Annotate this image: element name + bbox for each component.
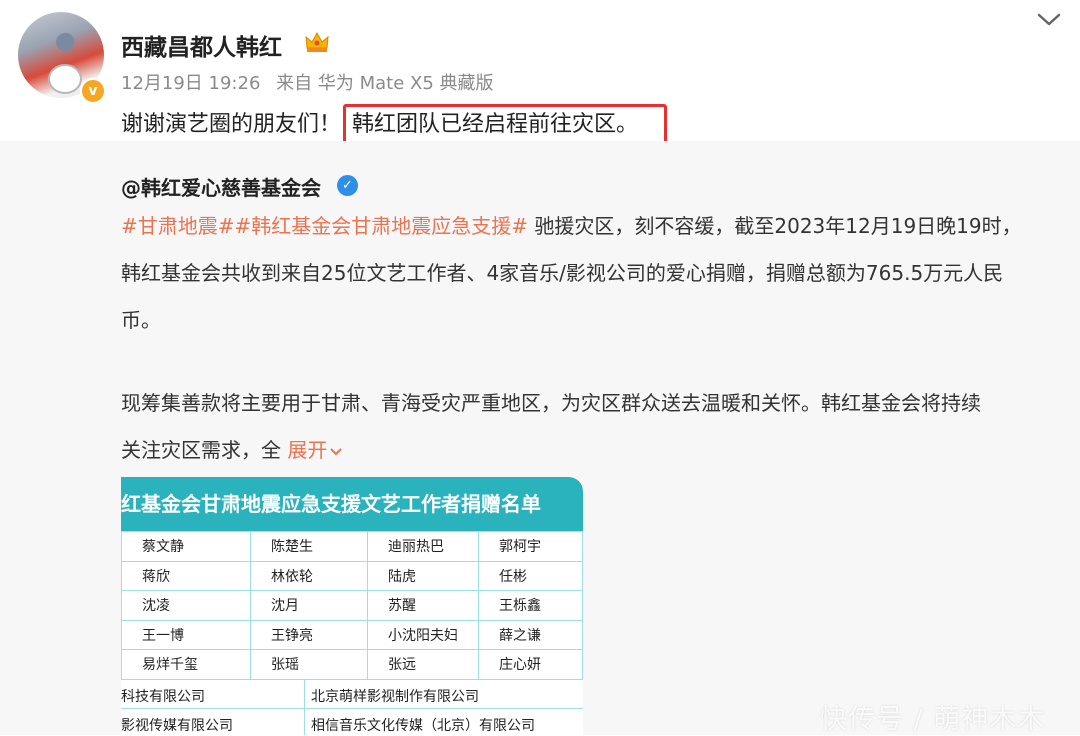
company-row: 影视传媒有限公司 相信音乐文化传媒（北京）有限公司 — [121, 708, 583, 735]
post-text-plain: 谢谢演艺圈的朋友们！ — [121, 112, 342, 137]
table-cell: 王一博 — [121, 619, 251, 650]
table-cell: 陆虎 — [367, 560, 479, 591]
post-text: 谢谢演艺圈的朋友们！ 韩红团队已经启程前往灾区。 — [121, 104, 668, 146]
company-name: 北京萌样影视制作有限公司 — [311, 688, 479, 705]
post-time[interactable]: 12月19日 19:26 — [121, 73, 260, 94]
table-cell: 苏醒 — [367, 590, 479, 621]
repost-hashtags[interactable]: #甘肃地震##韩红基金会甘肃地震应急支援# — [121, 214, 528, 238]
table-cell: 蒋欣 — [121, 560, 251, 591]
repost-line-3: 币。 — [121, 308, 161, 332]
table-cell: 张瑶 — [250, 649, 368, 680]
table-row: 易烊千玺 张瑶 张远 庄心妍 — [121, 649, 583, 680]
post-source: 来自 华为 Mate X5 典藏版 — [276, 73, 494, 94]
table-cell: 王栎鑫 — [478, 590, 583, 621]
table-row: 蒋欣 林依轮 陆虎 任彬 — [121, 560, 583, 591]
table-cell: 迪丽热巴 — [367, 531, 479, 562]
repost-line-1: #甘肃地震##韩红基金会甘肃地震应急支援# 驰援灾区，刻不容缓，截至2023年1… — [121, 203, 1041, 250]
verified-check-icon: ✓ — [337, 175, 358, 196]
donor-names-table: 蔡文静 陈楚生 迪丽热巴 郭柯宇 蒋欣 林依轮 陆虎 任彬 沈凌 沈月 苏醒 王栎鑫 王一博 王铮亮 小沈阳… — [121, 531, 583, 680]
table-row: 沈凌 沈月 苏醒 王栎鑫 — [121, 590, 583, 621]
repost-author[interactable]: @韩红爱心慈善基金会 — [121, 172, 321, 201]
company-name: 相信音乐文化传媒（北京）有限公司 — [311, 718, 535, 734]
repost-line-2: 韩红基金会共收到来自25位文艺工作者、4家音乐/影视公司的爱心捐赠，捐赠总额为7… — [121, 261, 1004, 285]
table-cell: 庄心妍 — [478, 649, 583, 680]
table-cell: 蔡文静 — [121, 531, 251, 562]
verified-badge-icon: v — [80, 78, 106, 104]
table-cell: 王铮亮 — [250, 619, 368, 650]
repost-line-4: 现筹集善款将主要用于甘肃、青海受灾严重地区，为灾区群众送去温暖和关怀。韩红基金会… — [121, 391, 981, 415]
donor-table-image[interactable]: 韩红基金会甘肃地震应急支援文艺工作者捐赠名单 蔡文静 陈楚生 迪丽热巴 郭柯宇 蒋欣 林依… — [121, 477, 583, 735]
company-divider — [304, 679, 305, 709]
chevron-down-icon[interactable] — [1034, 8, 1064, 30]
repost-line-5: 关注灾区需求，全 展开 — [121, 427, 1041, 474]
table-cell: 陈楚生 — [250, 531, 368, 562]
table-cell: 张远 — [367, 649, 479, 680]
table-cell: 郭柯宇 — [478, 531, 583, 562]
table-cell: 薛之谦 — [478, 619, 583, 650]
repost-line-1-text: 驰援灾区，刻不容缓，截至2023年12月19日晚19时， — [528, 214, 1022, 238]
crown-icon — [305, 31, 329, 52]
company-row: 科技有限公司 北京萌样影视制作有限公司 — [121, 678, 583, 709]
watermark: 快传号 / 萌神木木 — [820, 704, 1046, 735]
table-cell: 易烊千玺 — [121, 649, 251, 680]
table-row: 王一博 王铮亮 小沈阳夫妇 薛之谦 — [121, 619, 583, 650]
table-cell: 沈月 — [250, 590, 368, 621]
table-cell: 任彬 — [478, 560, 583, 591]
table-cell: 林依轮 — [250, 560, 368, 591]
post-username[interactable]: 西藏昌都人韩红 — [121, 28, 282, 62]
expand-chevron-icon — [330, 448, 343, 456]
post-meta: 12月19日 19:26 来自 华为 Mate X5 典藏版 — [121, 69, 504, 95]
company-name: 影视传媒有限公司 — [121, 718, 233, 734]
donor-table-title: 韩红基金会甘肃地震应急支援文艺工作者捐赠名单 — [121, 477, 583, 531]
table-row: 蔡文静 陈楚生 迪丽热巴 郭柯宇 — [121, 531, 583, 562]
expand-label[interactable]: 展开 — [287, 438, 327, 462]
avatar-emblem — [48, 64, 82, 94]
expand-link[interactable]: 展开 — [287, 438, 343, 462]
donor-table-title-text: 韩红基金会甘肃地震应急支援文艺工作者捐赠名单 — [121, 492, 541, 516]
company-divider — [304, 709, 305, 735]
repost-paragraph-2: 现筹集善款将主要用于甘肃、青海受灾严重地区，为灾区群众送去温暖和关怀。韩红基金会… — [121, 380, 1041, 474]
company-name: 科技有限公司 — [121, 688, 205, 705]
post-text-highlight: 韩红团队已经启程前往灾区。 — [343, 104, 668, 146]
table-cell: 小沈阳夫妇 — [367, 619, 479, 650]
repost-line-5-text: 关注灾区需求，全 — [121, 438, 281, 462]
repost-paragraph-1: #甘肃地震##韩红基金会甘肃地震应急支援# 驰援灾区，刻不容缓，截至2023年1… — [121, 203, 1041, 344]
table-cell: 沈凌 — [121, 590, 251, 621]
